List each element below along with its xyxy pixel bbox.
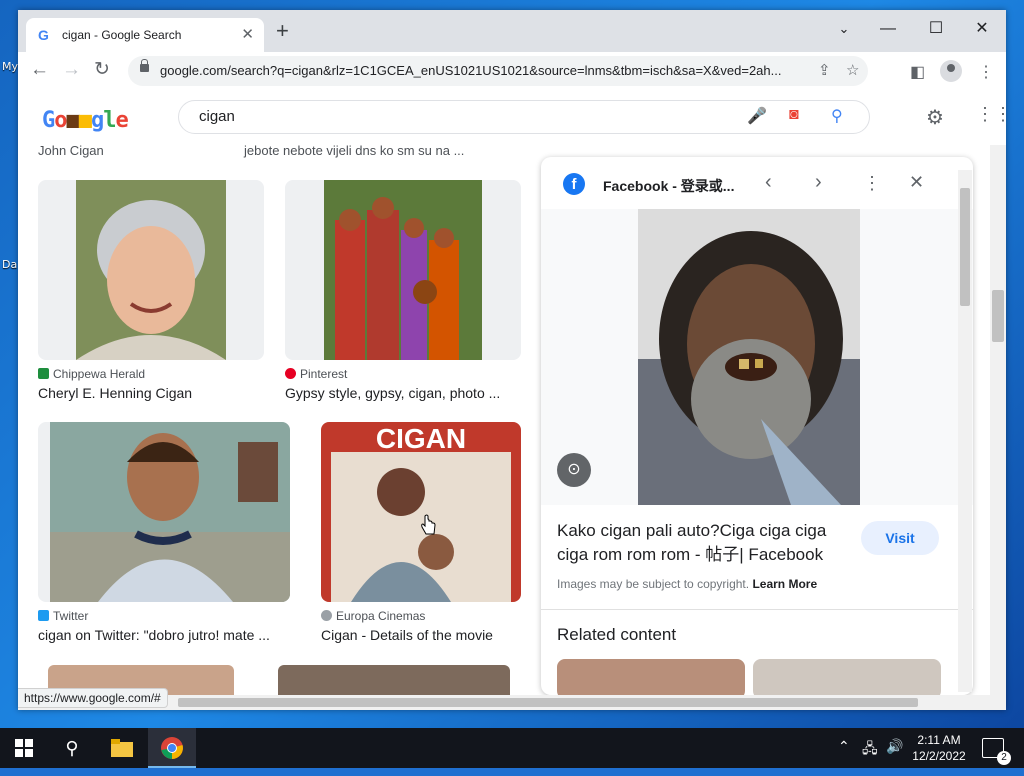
panel-source[interactable]: Facebook - 登录或... (603, 176, 734, 196)
scrollbar-thumb[interactable] (178, 698, 918, 707)
page-scrollbar[interactable] (990, 145, 1006, 695)
back-arrow-icon[interactable]: ← (30, 60, 49, 80)
status-bar-url: https://www.google.com/# (18, 688, 168, 708)
search-input[interactable] (197, 107, 721, 126)
twitter-icon (38, 610, 49, 621)
pinterest-icon (285, 368, 296, 379)
maximize-icon[interactable]: ☐ (916, 16, 956, 42)
tab-search-icon[interactable]: ⌄ (824, 16, 864, 42)
reload-icon[interactable]: ↻ (94, 60, 110, 80)
image-results-grid: John Cigan jebote nebote vijeli dns ko s… (18, 145, 538, 695)
scrollbar-thumb[interactable] (960, 188, 970, 306)
system-clock[interactable]: 2:11 AM 12/2/2022 (900, 732, 978, 764)
google-lens-icon[interactable]: ⊙ (557, 453, 591, 487)
previous-arrow-icon[interactable]: ‹ (765, 171, 772, 194)
minimize-icon[interactable]: — (868, 16, 908, 42)
preview-image-area[interactable]: ⊙ (541, 209, 973, 505)
scrollbar-thumb[interactable] (992, 290, 1004, 342)
facebook-icon: f (563, 173, 585, 195)
show-hidden-icons-icon[interactable]: ⌃ (838, 738, 850, 755)
result-title[interactable]: jebote nebote vijeli dns ko sm su na ... (244, 145, 464, 158)
learn-more-link[interactable]: Learn More (752, 577, 817, 591)
clock-date: 12/2/2022 (912, 749, 966, 763)
profile-avatar[interactable] (940, 60, 962, 82)
windows-logo-icon (15, 739, 33, 757)
apps-grid-icon[interactable]: ⋮⋮ (976, 104, 1006, 125)
related-thumbnail[interactable] (557, 659, 745, 695)
result-title[interactable]: John Cigan (38, 145, 104, 158)
group-photo-image (324, 180, 482, 360)
bookmark-star-icon[interactable]: ☆ (846, 61, 859, 79)
desktop-icon-label[interactable]: My (2, 60, 18, 73)
desktop-icon-label[interactable]: Da (2, 258, 17, 271)
result-thumbnail[interactable] (38, 180, 264, 360)
result-title[interactable]: Cheryl E. Henning Cigan (38, 385, 192, 401)
search-box: 🎤 ◙ ⚲ (178, 100, 870, 134)
new-tab-icon[interactable]: + (276, 20, 289, 42)
close-panel-icon[interactable]: ✕ (909, 172, 924, 193)
network-icon[interactable]: 🖧 (862, 738, 878, 762)
poster-title: CIGAN (376, 423, 466, 454)
clock-time: 2:11 AM (917, 733, 961, 747)
close-window-icon[interactable]: ✕ (962, 16, 1002, 42)
globe-icon (321, 610, 332, 621)
boy-video-still-image (50, 422, 290, 602)
chrome-window: G cigan - Google Search ✕ + ⌄ — ☐ ✕ ← → … (18, 10, 1006, 710)
result-source[interactable]: Europa Cinemas (321, 609, 425, 623)
image-preview-panel: f Facebook - 登录或... ‹ › ⋮ ✕ ⊙ Kako cigan… (541, 157, 973, 695)
copyright-notice: Images may be subject to copyright. Lear… (557, 577, 818, 591)
taskbar: ⚲ ⌃ 🖧 🔊 2:11 AM 12/2/2022 2 (0, 728, 1024, 768)
chippewa-herald-icon (38, 368, 49, 379)
menu-dots-icon[interactable]: ⋮ (978, 62, 994, 82)
lock-icon (140, 59, 149, 72)
hand-cursor-icon (421, 514, 436, 535)
search-icon[interactable]: ⚲ (831, 106, 843, 126)
google-doodle-logo[interactable]: Go■■gle (42, 108, 129, 133)
panel-title[interactable]: Kako cigan pali auto?Ciga ciga ciga ciga… (557, 519, 857, 567)
share-icon[interactable]: ⇪ (818, 61, 831, 79)
result-source[interactable]: Chippewa Herald (38, 367, 145, 381)
taskbar-search-icon[interactable]: ⚲ (48, 728, 96, 768)
next-arrow-icon[interactable]: › (815, 171, 822, 194)
url-text[interactable]: google.com/search?q=cigan&rlz=1C1GCEA_en… (160, 63, 820, 78)
side-panel-icon[interactable]: ◧ (910, 62, 925, 82)
movie-poster-image: CIGAN (321, 422, 521, 602)
related-thumbnail[interactable] (753, 659, 941, 695)
result-title[interactable]: cigan on Twitter: "dobro jutro! mate ... (38, 627, 270, 643)
notification-center-icon[interactable]: 2 (982, 738, 1011, 765)
file-explorer-icon[interactable] (98, 728, 146, 768)
result-source[interactable]: Twitter (38, 609, 88, 623)
result-thumbnail[interactable] (278, 665, 510, 695)
google-favicon-icon: G (38, 27, 49, 43)
chrome-taskbar-icon[interactable] (148, 728, 196, 768)
start-button[interactable] (0, 728, 48, 768)
result-title[interactable]: Gypsy style, gypsy, cigan, photo ... (285, 385, 500, 401)
result-thumbnail[interactable]: CIGAN (321, 422, 521, 602)
result-thumbnail[interactable] (285, 180, 521, 360)
google-header: Go■■gle 🎤 ◙ ⚲ ⚙ ⋮⋮ (18, 90, 1006, 145)
result-title[interactable]: Cigan - Details of the movie (321, 627, 493, 643)
tab-google-search[interactable]: G cigan - Google Search ✕ (26, 18, 264, 52)
forward-arrow-icon[interactable]: → (62, 60, 81, 80)
result-source[interactable]: Pinterest (285, 367, 347, 381)
panel-scrollbar[interactable] (958, 170, 972, 692)
preview-image (638, 209, 860, 505)
microphone-icon[interactable]: 🎤 (747, 106, 767, 126)
result-thumbnail[interactable] (38, 422, 290, 602)
tab-strip: G cigan - Google Search ✕ + ⌄ — ☐ ✕ (18, 10, 1006, 52)
woman-portrait-image (76, 180, 226, 360)
visit-button[interactable]: Visit (861, 521, 939, 555)
close-tab-icon[interactable]: ✕ (241, 25, 254, 43)
more-options-icon[interactable]: ⋮ (863, 173, 881, 194)
notification-count-badge: 2 (997, 751, 1011, 765)
camera-lens-icon[interactable]: ◙ (789, 106, 799, 124)
browser-toolbar: ← → ↻ google.com/search?q=cigan&rlz=1C1G… (18, 52, 1006, 91)
tab-title: cigan - Google Search (62, 28, 182, 42)
divider (541, 609, 973, 610)
related-content-heading: Related content (557, 625, 677, 644)
settings-gear-icon[interactable]: ⚙ (926, 105, 944, 130)
address-bar[interactable]: google.com/search?q=cigan&rlz=1C1GCEA_en… (128, 56, 868, 86)
